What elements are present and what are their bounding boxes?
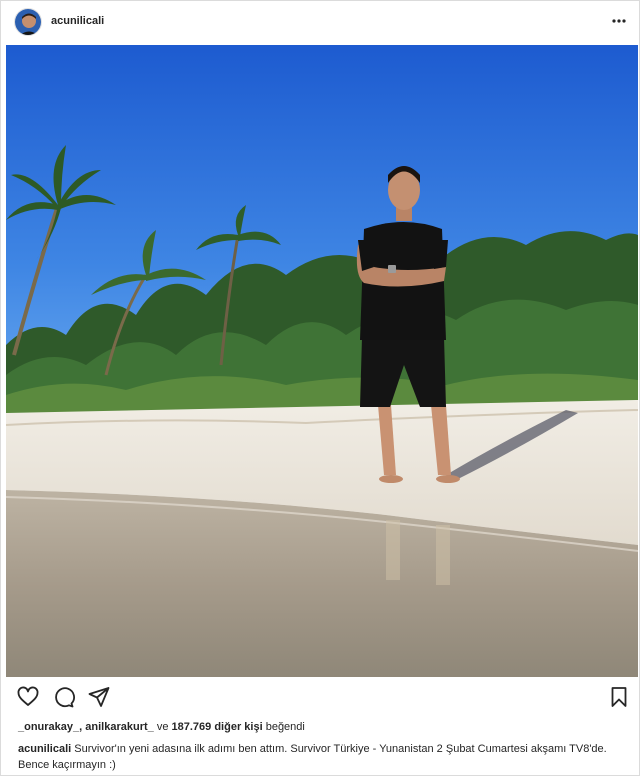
share-icon[interactable]: [87, 685, 111, 709]
likes-suffix: beğendi: [265, 721, 305, 733]
likes-conjunction: ve: [156, 721, 169, 733]
post-caption: acunilicali Survivor'ın yeni adasına ilk…: [18, 741, 630, 773]
liker-2[interactable]: anilkarakurt_: [85, 721, 153, 733]
likes-count[interactable]: 187.769 diğer kişi: [172, 721, 263, 733]
bookmark-icon[interactable]: [607, 685, 631, 709]
post-username[interactable]: acunilicali: [51, 15, 104, 27]
post-actions-bar: [1, 685, 640, 713]
heart-icon[interactable]: [16, 685, 40, 709]
avatar[interactable]: [14, 8, 42, 36]
liker-1[interactable]: _onurakay_: [18, 721, 79, 733]
caption-text-line2: Bence kaçırmayın :): [18, 759, 116, 771]
post-header: acunilicali: [1, 1, 640, 45]
more-options-icon[interactable]: [609, 11, 629, 31]
likes-summary[interactable]: _onurakay_, anilkarakurt_ ve 187.769 diğ…: [18, 721, 305, 733]
comment-icon[interactable]: [51, 685, 75, 709]
caption-author[interactable]: acunilicali: [18, 743, 71, 755]
post-photo[interactable]: [6, 45, 638, 677]
post-card: acunilicali _onurakay_, anilkarakurt_ ve…: [0, 0, 640, 776]
caption-text-line1: Survivor'ın yeni adasına ilk adımı ben a…: [74, 743, 607, 755]
